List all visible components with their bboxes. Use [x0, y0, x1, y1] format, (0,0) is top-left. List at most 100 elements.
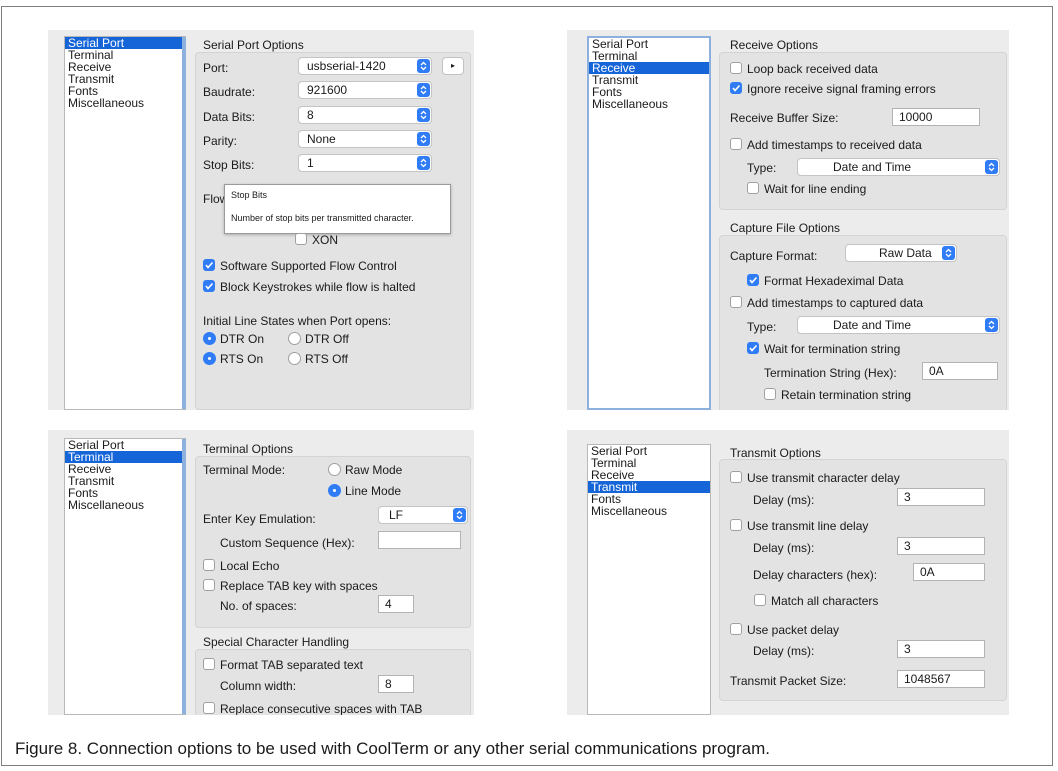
- databits-select[interactable]: 8: [298, 106, 432, 124]
- format-value: Raw Data: [879, 246, 932, 260]
- special-section-title: Special Character Handling: [203, 635, 350, 649]
- packet-delay-checkbox[interactable]: [730, 623, 742, 635]
- packet-delay-ms-field[interactable]: 3: [897, 640, 985, 658]
- rts-on-radio[interactable]: [203, 352, 216, 365]
- replace-tab-checkbox[interactable]: [203, 579, 215, 591]
- line-delay-ms-field[interactable]: 3: [897, 537, 985, 555]
- chevron-updown-icon: [417, 132, 430, 146]
- term-field[interactable]: 0A: [922, 362, 998, 380]
- line-delay-label: Use transmit line delay: [747, 519, 869, 533]
- chevron-updown-icon: [417, 108, 430, 122]
- loopback-checkbox[interactable]: [730, 62, 742, 74]
- port-more-button[interactable]: ▸: [442, 57, 464, 75]
- baudrate-value: 921600: [307, 83, 348, 97]
- cap-timestamps-checkbox[interactable]: [730, 296, 742, 308]
- enter-value: LF: [389, 508, 404, 522]
- sw-flow-checkbox[interactable]: [203, 259, 215, 271]
- col-width-field[interactable]: 8: [378, 675, 414, 693]
- cap-type-select[interactable]: Date and Time: [797, 316, 1000, 334]
- sidebar: Serial Port Terminal Receive Transmit Fo…: [587, 36, 711, 410]
- custom-field[interactable]: [378, 531, 461, 549]
- section-title: Receive Options: [730, 38, 819, 52]
- timestamps-checkbox[interactable]: [730, 138, 742, 150]
- enter-label: Enter Key Emulation:: [203, 512, 316, 526]
- char-delay-ms-field[interactable]: 3: [897, 488, 985, 506]
- spaces-field[interactable]: 4: [378, 595, 414, 613]
- stopbits-label: Stop Bits:: [203, 158, 255, 172]
- wait-term-checkbox[interactable]: [747, 342, 759, 354]
- match-all-checkbox[interactable]: [754, 594, 766, 606]
- replace-spaces-label: Replace consecutive spaces with TAB: [220, 702, 423, 715]
- format-label: Capture Format:: [730, 249, 818, 263]
- wait-line-checkbox[interactable]: [747, 182, 759, 194]
- section-title: Serial Port Options: [203, 38, 304, 52]
- format-tab-label: Format TAB separated text: [220, 658, 363, 672]
- sidebar-item-miscellaneous[interactable]: Miscellaneous: [65, 499, 185, 511]
- buffer-field[interactable]: 10000: [892, 108, 980, 126]
- dtr-on-radio[interactable]: [203, 332, 216, 345]
- timestamps-label: Add timestamps to received data: [747, 138, 922, 152]
- databits-value: 8: [307, 108, 314, 122]
- wait-line-label: Wait for line ending: [764, 182, 867, 196]
- dtr-off-radio[interactable]: [288, 332, 301, 345]
- delay-chars-field[interactable]: 0A: [913, 563, 985, 581]
- section-title: Terminal Options: [203, 442, 294, 456]
- chevron-updown-icon: [453, 508, 466, 522]
- replace-spaces-checkbox[interactable]: [203, 702, 215, 714]
- packet-size-field[interactable]: 1048567: [897, 670, 985, 688]
- chevron-updown-icon: [985, 160, 998, 174]
- rts-off-radio[interactable]: [288, 352, 301, 365]
- sidebar-item-miscellaneous[interactable]: Miscellaneous: [588, 505, 710, 517]
- sidebar-scroll-edge: [182, 439, 186, 714]
- block-keys-checkbox[interactable]: [203, 280, 215, 292]
- match-all-label: Match all characters: [771, 594, 879, 608]
- packet-delay-ms-label: Delay (ms):: [753, 644, 815, 658]
- type-select[interactable]: Date and Time: [797, 158, 1000, 176]
- figure-caption: Figure 8. Connection options to be used …: [15, 739, 770, 758]
- databits-label: Data Bits:: [203, 110, 256, 124]
- parity-select[interactable]: None: [298, 130, 432, 148]
- stopbits-select[interactable]: 1: [298, 154, 432, 172]
- line-mode-radio[interactable]: [328, 484, 341, 497]
- col-width-label: Column width:: [220, 679, 297, 693]
- sidebar-item-miscellaneous[interactable]: Miscellaneous: [589, 98, 709, 110]
- section-title: Transmit Options: [730, 446, 821, 460]
- terminal-panel: Serial Port Terminal Receive Transmit Fo…: [48, 430, 474, 715]
- hex-checkbox[interactable]: [747, 274, 759, 286]
- format-tab-checkbox[interactable]: [203, 658, 215, 670]
- chevron-updown-icon: [417, 156, 430, 170]
- enter-select[interactable]: LF: [378, 506, 468, 524]
- xon-checkbox[interactable]: [295, 233, 307, 245]
- stop-bits-tooltip: Stop Bits Number of stop bits per transm…: [224, 184, 451, 234]
- cap-type-label: Type:: [747, 320, 777, 334]
- stopbits-value: 1: [307, 156, 314, 170]
- format-select[interactable]: Raw Data: [845, 244, 957, 262]
- local-echo-checkbox[interactable]: [203, 559, 215, 571]
- receive-panel: Serial Port Terminal Receive Transmit Fo…: [567, 30, 1009, 410]
- block-keys-label: Block Keystrokes while flow is halted: [220, 280, 416, 294]
- chevron-updown-icon: [417, 83, 430, 97]
- loopback-label: Loop back received data: [747, 62, 878, 76]
- sidebar: Serial Port Terminal Receive Transmit Fo…: [587, 444, 711, 715]
- serial-port-panel: Serial Port Terminal Receive Transmit Fo…: [48, 30, 474, 410]
- chevron-updown-icon: [417, 59, 430, 73]
- initial-states-label: Initial Line States when Port opens:: [203, 314, 392, 328]
- capture-section-title: Capture File Options: [730, 221, 841, 235]
- baudrate-select[interactable]: 921600: [298, 81, 432, 99]
- sidebar-item-miscellaneous[interactable]: Miscellaneous: [65, 97, 185, 109]
- sidebar: Serial Port Terminal Receive Transmit Fo…: [64, 438, 186, 715]
- line-delay-checkbox[interactable]: [730, 519, 742, 531]
- raw-mode-radio[interactable]: [328, 463, 341, 476]
- char-delay-checkbox[interactable]: [730, 471, 742, 483]
- chevron-updown-icon: [985, 318, 998, 332]
- port-select[interactable]: usbserial-1420: [298, 57, 432, 75]
- transmit-panel: Serial Port Terminal Receive Transmit Fo…: [567, 430, 1009, 715]
- cap-type-value: Date and Time: [833, 318, 912, 332]
- port-label: Port:: [203, 61, 229, 75]
- retain-checkbox[interactable]: [764, 388, 776, 400]
- ignore-errors-checkbox[interactable]: [730, 82, 742, 94]
- ignore-errors-label: Ignore receive signal framing errors: [747, 82, 936, 96]
- local-echo-label: Local Echo: [220, 559, 280, 573]
- cap-timestamps-label: Add timestamps to captured data: [747, 296, 924, 310]
- tooltip-text: Number of stop bits per transmitted char…: [231, 213, 414, 223]
